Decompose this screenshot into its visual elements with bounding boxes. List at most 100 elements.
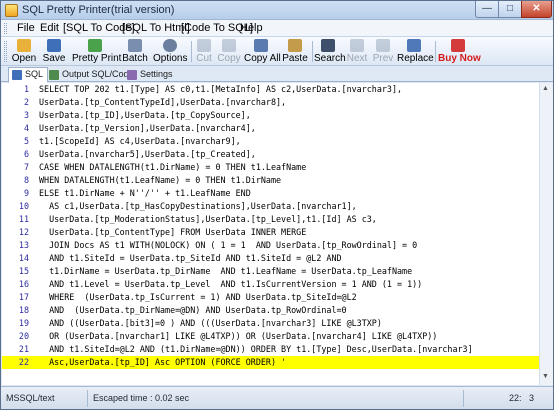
code-line[interactable]: 1 SELECT TOP 202 t1.[Type] AS c0,t1.[Meta… [2,83,539,96]
folder-open-icon [17,39,31,52]
copy-all-button[interactable]: Copy All [244,38,281,66]
menu-sql-to-html[interactable]: [SQL To Html] [122,22,190,34]
code-line[interactable]: 18 AND (UserData.tp_DirName=@DN) AND Use… [2,304,539,317]
code-line[interactable]: 20 OR (UserData.[nvarchar1] LIKE @L4TXP)… [2,330,539,343]
line-text: t1.[ScopeId] AS c4,UserData.[nvarchar9], [39,136,241,146]
line-number: 5 [23,136,29,146]
paste-button[interactable]: Paste [282,38,308,66]
prev-button[interactable]: Prev [372,38,394,66]
scroll-down-icon[interactable]: ▼ [542,373,549,380]
code-line[interactable]: 9 ELSE t1.DirName + N''/'' + t1.LeafName … [2,187,539,200]
line-text: AND t1.SiteId = UserData.tp_SiteId AND t… [39,253,342,263]
code-line[interactable]: 22 Asc,UserData.[tp_ID] Asc OPTION (FORC… [2,356,539,369]
code-line[interactable]: 4 UserData.[tp_Version],UserData.[nvarcha… [2,122,539,135]
line-number: 6 [23,149,29,159]
buy-now-button[interactable]: Buy Now [438,38,481,66]
line-number: 17 [18,292,29,302]
options-gear-icon [163,39,177,52]
tab-settings[interactable]: Settings [123,67,178,82]
scroll-up-icon[interactable]: ▲ [542,85,549,92]
line-text: UserData.[tp_ContentTypeId],UserData.[nv… [39,97,287,107]
code-line[interactable]: 19 AND ((UserData.[bit3]=0 ) AND (((User… [2,317,539,330]
toolbar: Open Save Pretty Print Batch Options Cut… [1,37,553,66]
line-number: 20 [18,331,29,341]
code-line[interactable]: 15 t1.DirName = UserData.tp_DirName AND … [2,265,539,278]
code-line[interactable]: 3 UserData.[tp_ID],UserData.[tp_CopySourc… [2,109,539,122]
code-line[interactable]: 12 UserData.[tp_ContentType] FROM UserDa… [2,226,539,239]
close-button[interactable]: ✕ [521,1,552,18]
next-button[interactable]: Next [346,38,368,66]
line-number: 19 [18,318,29,328]
buy-now-icon [451,39,465,52]
open-button[interactable]: Open [10,38,38,66]
minimize-button[interactable]: — [475,1,499,18]
line-text: ELSE t1.DirName + N''/'' + t1.LeafName E… [39,188,251,198]
menu-file[interactable]: File [17,22,35,34]
toolbar-separator [191,41,192,62]
code-line[interactable]: 13 JOIN Docs AS t1 WITH(NOLOCK) ON ( 1 =… [2,239,539,252]
code-line[interactable]: 14 AND t1.SiteId = UserData.tp_SiteId AN… [2,252,539,265]
batch-icon [128,39,142,52]
code-line[interactable]: 17 WHERE (UserData.tp_IsCurrent = 1) AND… [2,291,539,304]
status-cursor-position: 22: 3 [509,393,535,403]
window-title: SQL Pretty Printer(trial version) [22,4,175,16]
line-text: AND t1.Level = UserData.tp_Level AND t1.… [39,279,423,289]
line-text: t1.DirName = UserData.tp_DirName AND t1.… [39,266,413,276]
line-text: UserData.[tp_ModerationStatus],UserData.… [39,214,377,224]
line-number: 9 [23,188,29,198]
toolbar-separator [435,41,436,62]
code-line[interactable]: 16 AND t1.Level = UserData.tp_Level AND … [2,278,539,291]
app-window: SQL Pretty Printer(trial version) — □ ✕ … [0,0,554,410]
code-line[interactable]: 6 UserData.[nvarchar5],UserData.[tp_Creat… [2,148,539,161]
tab-sql[interactable]: SQL [8,67,49,83]
code-line[interactable]: 5 t1.[ScopeId] AS c4,UserData.[nvarchar9]… [2,135,539,148]
line-number: 12 [18,227,29,237]
search-button[interactable]: Search [314,38,346,66]
line-text: Asc,UserData.[tp_ID] Asc OPTION (FORCE O… [39,357,287,367]
replace-button[interactable]: Replace [397,38,434,66]
menu-edit[interactable]: Edit [40,22,59,34]
pretty-print-icon [88,39,102,52]
menu-help[interactable]: Help [240,22,263,34]
code-line[interactable]: 21 AND t1.SiteId=@L2 AND (t1.DirName=@DN… [2,343,539,356]
sql-editor[interactable]: 1 SELECT TOP 202 t1.[Type] AS c0,t1.[Meta… [2,83,539,385]
status-escaped-time: Escaped time : 0.02 sec [93,393,190,403]
next-arrow-icon [350,39,364,52]
copy-button[interactable]: Copy [217,38,241,66]
line-number: 2 [23,97,29,107]
line-text: WHERE (UserData.tp_IsCurrent = 1) AND Us… [39,292,357,302]
save-button[interactable]: Save [41,38,67,66]
line-text: SELECT TOP 202 t1.[Type] AS c0,t1.[MetaI… [39,84,403,94]
code-line[interactable]: 8 WHEN DATALENGTH(t1.LeafName) = 0 THEN t… [2,174,539,187]
line-text: OR (UserData.[nvarchar1] LIKE @L4TXP)) O… [39,331,438,341]
cut-button[interactable]: Cut [194,38,214,66]
line-text: AND ((UserData.[bit3]=0 ) AND (((UserDat… [39,318,382,328]
sql-doc-icon [12,70,22,80]
line-number: 21 [18,344,29,354]
output-icon [49,70,59,80]
menu-bar: File Edit [SQL To Code] [SQL To Html] [C… [1,20,553,37]
status-mode: MSSQL/text [6,393,55,403]
pretty-print-button[interactable]: Pretty Print [72,38,121,66]
line-number: 16 [18,279,29,289]
replace-icon [407,39,421,52]
title-bar[interactable]: SQL Pretty Printer(trial version) — □ ✕ [1,1,553,20]
scissors-icon [197,39,211,52]
line-number: 4 [23,123,29,133]
line-text: WHEN DATALENGTH(t1.LeafName) = 0 THEN t1… [39,175,282,185]
code-line[interactable]: 7 CASE WHEN DATALENGTH(t1.DirName) = 0 TH… [2,161,539,174]
options-button[interactable]: Options [153,38,187,66]
code-line[interactable]: 11 UserData.[tp_ModerationStatus],UserDa… [2,213,539,226]
line-text: JOIN Docs AS t1 WITH(NOLOCK) ON ( 1 = 1 … [39,240,418,250]
status-separator [87,390,88,407]
app-icon [5,4,18,17]
maximize-button[interactable]: □ [498,1,522,18]
line-number: 14 [18,253,29,263]
line-text: AS c1,UserData.[tp_HasCopyDestinations],… [39,201,357,211]
vertical-scrollbar[interactable]: ▲ ▼ [539,83,553,385]
line-text: CASE WHEN DATALENGTH(t1.DirName) = 0 THE… [39,162,307,172]
line-text: UserData.[tp_ID],UserData.[tp_CopySource… [39,110,251,120]
batch-button[interactable]: Batch [121,38,149,66]
code-line[interactable]: 2 UserData.[tp_ContentTypeId],UserData.[n… [2,96,539,109]
code-line[interactable]: 10 AS c1,UserData.[tp_HasCopyDestination… [2,200,539,213]
